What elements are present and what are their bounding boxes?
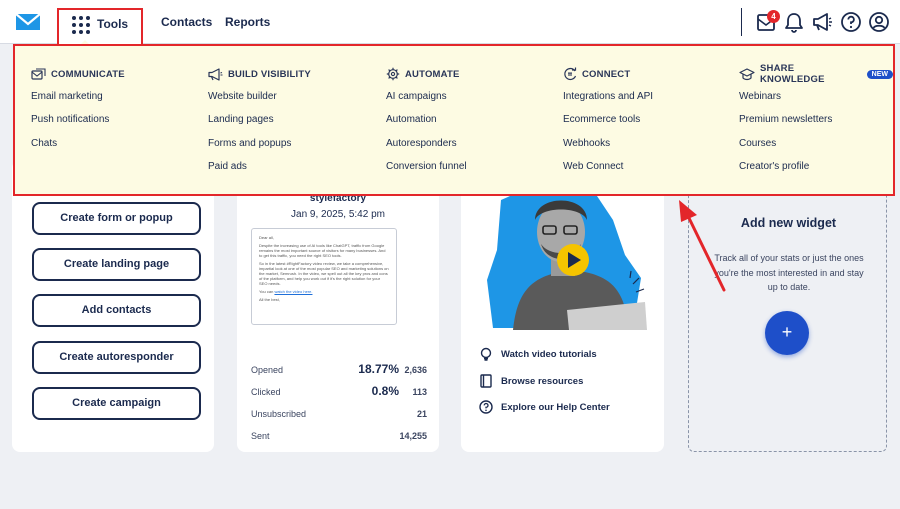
add-widget-button[interactable]: + (765, 311, 809, 355)
new-badge: NEW (866, 69, 894, 79)
menu-item-autoresponders[interactable]: Autoresponders (386, 137, 467, 160)
megaphone-icon[interactable] (811, 11, 833, 33)
menu-column-automate: AUTOMATE AI campaigns Automation Autores… (386, 66, 467, 184)
book-icon (480, 374, 492, 388)
add-widget-description: Track all of your stats or just the ones… (714, 253, 864, 292)
preview-paragraph-2: So in the latest #RightFactory video rev… (259, 261, 389, 286)
menu-column-title: AUTOMATE (405, 68, 460, 80)
create-campaign-button[interactable]: Create campaign (32, 387, 201, 420)
preview-signoff: All the best, (259, 297, 280, 302)
menu-item-webhooks[interactable]: Webhooks (563, 137, 653, 160)
help-center-link[interactable]: Explore our Help Center (479, 399, 610, 415)
stat-value: 113 (412, 387, 427, 397)
menu-item-push-notifications[interactable]: Push notifications (31, 113, 125, 136)
menu-column-share-knowledge: SHARE KNOWLEDGE NEW Webinars Premium new… (739, 63, 894, 184)
menu-item-conversion-funnel[interactable]: Conversion funnel (386, 160, 467, 183)
menu-column-header: SHARE KNOWLEDGE NEW (739, 63, 894, 85)
stat-row-clicked: Clicked 0.8% 113 (251, 384, 427, 402)
menu-column-build-visibility: BUILD VISIBILITY Website builder Landing… (208, 66, 311, 184)
top-divider (741, 8, 742, 36)
lightbulb-icon (480, 347, 492, 361)
envelope-logo-icon[interactable] (15, 12, 41, 32)
menu-column-header: BUILD VISIBILITY (208, 66, 311, 82)
graduation-cap-icon (739, 67, 755, 80)
resources-card: Watch video tutorials Browse resources E… (461, 160, 664, 452)
connect-icon (564, 67, 577, 81)
menu-column-title: SHARE KNOWLEDGE (760, 63, 825, 85)
create-landing-page-button[interactable]: Create landing page (32, 248, 201, 281)
menu-item-ai-campaigns[interactable]: AI campaigns (386, 90, 467, 113)
menu-item-web-connect[interactable]: Web Connect (563, 160, 653, 183)
newsletter-card: stylefactory Jan 9, 2025, 5:42 pm Dear a… (237, 160, 439, 452)
stat-label: Unsubscribed (251, 409, 307, 419)
stat-value: 14,255 (399, 431, 427, 441)
preview-paragraph-1: Despite the increasing use of AI tools l… (259, 243, 386, 258)
menu-item-ecommerce-tools[interactable]: Ecommerce tools (563, 113, 653, 136)
newsletter-date: Jan 9, 2025, 5:42 pm (291, 209, 385, 220)
browse-resources-link[interactable]: Browse resources (479, 373, 583, 389)
menu-item-landing-pages[interactable]: Landing pages (208, 113, 311, 136)
help-circle-icon[interactable] (840, 11, 862, 33)
communicate-icon (31, 67, 46, 80)
menu-column-header: AUTOMATE (386, 66, 467, 82)
menu-item-website-builder[interactable]: Website builder (208, 90, 311, 113)
top-bar: Tools Contacts Reports 4 (0, 0, 900, 46)
menu-item-premium-newsletters[interactable]: Premium newsletters (739, 113, 893, 136)
quick-actions-card: Create form or popup Create landing page… (12, 160, 214, 452)
menu-column-header: CONNECT (563, 66, 653, 82)
stat-row-sent: Sent 14,255 (251, 428, 427, 446)
stat-percent: 18.77% (358, 362, 399, 376)
preview-greeting: Dear all, (259, 235, 274, 240)
help-circle-icon (479, 400, 493, 414)
preview-cta: You can watch the video here. (259, 289, 389, 294)
create-autoresponder-button[interactable]: Create autoresponder (32, 341, 201, 374)
menu-item-integrations-api[interactable]: Integrations and API (563, 90, 653, 113)
preview-cta-prefix: You can (259, 289, 274, 294)
resource-label: Browse resources (501, 375, 584, 387)
menu-item-automation[interactable]: Automation (386, 113, 467, 136)
resource-label: Watch video tutorials (501, 348, 597, 360)
annotation-arrow-icon (679, 200, 726, 292)
bell-icon[interactable] (783, 11, 805, 33)
menu-column-title: CONNECT (582, 68, 631, 80)
grid-dots-icon (72, 16, 90, 34)
stat-row-opened: Opened 18.77% 2,636 (251, 362, 427, 380)
menu-item-paid-ads[interactable]: Paid ads (208, 160, 311, 183)
stat-value: 21 (416, 409, 427, 419)
stat-percent: 0.8% (371, 384, 399, 398)
tools-mega-menu: COMMUNICATE Email marketing Push notific… (13, 44, 895, 196)
gear-icon (386, 67, 400, 81)
stat-value: 2,636 (404, 365, 427, 375)
menu-column-header: COMMUNICATE (31, 66, 125, 82)
preview-video-link[interactable]: watch the video here. (274, 289, 312, 294)
menu-column-connect: CONNECT Integrations and API Ecommerce t… (563, 66, 653, 184)
menu-item-forms-and-popups[interactable]: Forms and popups (208, 137, 311, 160)
stat-label: Clicked (251, 387, 281, 397)
stat-label: Sent (251, 431, 270, 441)
menu-column-title: COMMUNICATE (51, 68, 125, 80)
watch-video-tutorials-link[interactable]: Watch video tutorials (479, 346, 597, 362)
tools-label: Tools (97, 17, 129, 31)
tools-menu-button[interactable]: Tools (57, 8, 143, 46)
stat-label: Opened (251, 365, 284, 375)
create-form-button[interactable]: Create form or popup (32, 202, 201, 235)
nav-reports[interactable]: Reports (225, 15, 270, 29)
add-contacts-button[interactable]: Add contacts (32, 294, 201, 327)
megaphone-icon (208, 67, 223, 81)
notification-badge: 4 (767, 10, 780, 23)
stat-row-unsubscribed: Unsubscribed 21 (251, 406, 427, 424)
menu-item-email-marketing[interactable]: Email marketing (31, 90, 125, 113)
menu-column-communicate: COMMUNICATE Email marketing Push notific… (31, 66, 125, 160)
menu-item-creators-profile[interactable]: Creator's profile (739, 160, 893, 183)
resource-label: Explore our Help Center (501, 401, 610, 413)
menu-column-title: BUILD VISIBILITY (228, 68, 311, 80)
nav-contacts[interactable]: Contacts (161, 15, 212, 29)
menu-item-courses[interactable]: Courses (739, 137, 893, 160)
menu-item-webinars[interactable]: Webinars (739, 90, 893, 113)
newsletter-preview[interactable]: Dear all, Despite the increasing use of … (251, 228, 397, 325)
user-circle-icon[interactable] (868, 11, 890, 33)
menu-item-chats[interactable]: Chats (31, 137, 125, 160)
